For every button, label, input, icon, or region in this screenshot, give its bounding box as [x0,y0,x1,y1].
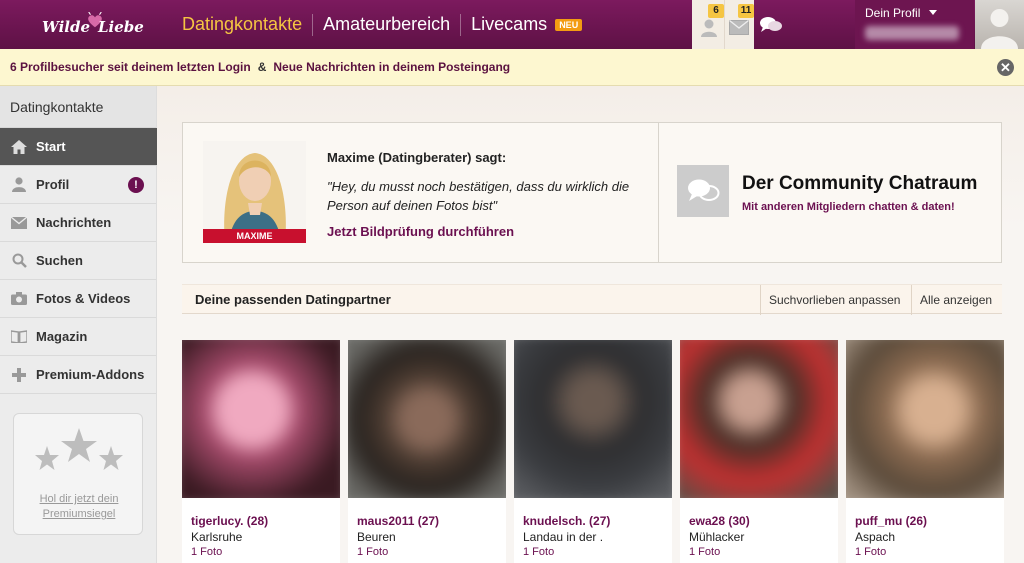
home-icon [10,139,28,155]
profile-photo-count[interactable]: 1 Foto [523,546,554,558]
notice-separator: & [257,60,267,74]
search-icon [10,253,28,269]
profile-city: Mühlacker [689,530,745,544]
profile-menu-label: Dein Profil [865,6,921,20]
sidebar-item-label: Profil [36,177,70,192]
wilde-liebe-logo[interactable]: Wilde Liebe [40,10,144,40]
advisor-title: Maxime (Datingberater) sagt: [327,150,507,165]
premium-seal-link[interactable]: Hol dir jetzt dein Premiumsiegel [14,492,144,522]
sidebar-item-profil[interactable]: Profil ! [0,166,156,204]
sidebar-item-label: Fotos & Videos [36,291,131,306]
advisor-photo-label: MAXIME [203,229,306,243]
profile-photo-blurred[interactable] [514,340,672,498]
chat-bubbles-icon [760,17,782,32]
advisor-portrait-image [203,141,306,243]
user-icon [10,177,28,193]
logo-text-left: Wilde [42,18,91,36]
profile-city: Aspach [855,530,896,544]
profile-city: Beuren [357,530,396,544]
top-navigation-bar: Wilde Liebe Datingkontakte Amateurbereic… [0,0,1024,49]
nav-amateurbereich[interactable]: Amateurbereich [313,14,460,35]
close-icon[interactable]: ✕ [997,59,1014,76]
sidebar-item-fotos-videos[interactable]: Fotos & Videos [0,280,156,318]
chat-button[interactable] [755,0,785,49]
profile-city: Landau in der . [523,530,604,544]
profile-city: Karlsruhe [191,530,243,544]
logo-text-right: Liebe [98,18,144,36]
sidebar-item-label: Suchen [36,253,83,268]
advisor-photo: MAXIME [203,141,306,243]
profile-name[interactable]: ewa28 (30) [689,514,750,528]
main-nav: Datingkontakte Amateurbereich Livecams N… [172,0,583,49]
avatar[interactable] [975,0,1024,49]
chatroom-subtitle[interactable]: Mit anderen Mitgliedern chatten & daten! [742,201,955,213]
message-count-badge: 11 [738,4,754,18]
matches-title: Deine passenden Datingpartner [195,292,391,307]
profile-card[interactable]: ewa28 (30) Mühlacker 1 Foto [680,340,838,563]
chevron-down-icon [929,10,937,15]
book-icon [10,329,28,345]
profile-card[interactable]: knudelsch. (27) Landau in der . 1 Foto [514,340,672,563]
sidebar: Datingkontakte Start Profil ! Nachrichte… [0,86,169,563]
matches-header: Deine passenden Datingpartner Suchvorlie… [182,284,1002,315]
profile-menu[interactable]: Dein Profil [855,0,974,49]
visitors-notice-link[interactable]: 6 Profilbesucher seit deinem letzten Log… [10,60,251,74]
new-badge: NEU [555,18,583,31]
profile-photo-count[interactable]: 1 Foto [357,546,388,558]
photo-verification-link[interactable]: Jetzt Bildprüfung durchführen [327,224,514,239]
plus-icon [10,367,28,383]
matches-divider [760,285,761,315]
stars-icon [35,428,123,470]
profile-card[interactable]: tigerlucy. (28) Karlsruhe 1 Foto [182,340,340,563]
sidebar-item-label: Premium-Addons [36,367,145,382]
sidebar-item-nachrichten[interactable]: Nachrichten [0,204,156,242]
advisor-quote: "Hey, du musst noch bestätigen, dass du … [327,179,630,213]
profile-photo-blurred[interactable] [182,340,340,498]
camera-icon [10,291,28,307]
profile-photo-count[interactable]: 1 Foto [689,546,720,558]
profile-alert-badge: ! [128,177,144,193]
card-divider [658,123,659,262]
default-avatar-icon [981,9,1018,49]
premium-seal-box[interactable]: Hol dir jetzt dein Premiumsiegel [13,413,143,535]
sidebar-item-premium-addons[interactable]: Premium-Addons [0,356,156,394]
notification-bar: 6 Profilbesucher seit deinem letzten Log… [0,49,1024,86]
sidebar-title: Datingkontakte [0,86,156,128]
advisor-chat-card: MAXIME Maxime (Datingberater) sagt: "Hey… [182,122,1002,263]
sidebar-item-label: Start [36,139,66,154]
sidebar-item-magazin[interactable]: Magazin [0,318,156,356]
user-icon [701,19,717,37]
profile-username-blurred [865,26,959,40]
profile-photo-blurred[interactable] [680,340,838,498]
visitors-button[interactable]: 6 [692,0,724,49]
chatroom-title[interactable]: Der Community Chatraum [742,173,977,195]
envelope-icon [729,20,749,35]
sidebar-item-start[interactable]: Start [0,128,169,166]
show-all-link[interactable]: Alle anzeigen [920,293,992,307]
profile-name[interactable]: knudelsch. (27) [523,514,610,528]
sidebar-item-label: Magazin [36,329,88,344]
sidebar-item-suchen[interactable]: Suchen [0,242,156,280]
profile-photo-count[interactable]: 1 Foto [191,546,222,558]
profile-photo-blurred[interactable] [846,340,1004,498]
main-content: MAXIME Maxime (Datingberater) sagt: "Hey… [157,86,1024,563]
profile-card[interactable]: maus2011 (27) Beuren 1 Foto [348,340,506,563]
profile-name[interactable]: puff_mu (26) [855,514,927,528]
adjust-preferences-link[interactable]: Suchvorlieben anpassen [769,293,900,307]
chatroom-icon-box[interactable] [677,165,729,217]
messages-button[interactable]: 11 [724,0,754,49]
sidebar-item-label: Nachrichten [36,215,112,230]
nav-datingkontakte[interactable]: Datingkontakte [172,14,312,35]
profile-name[interactable]: maus2011 (27) [357,514,439,528]
nav-livecams[interactable]: Livecams [461,14,557,35]
profile-photo-count[interactable]: 1 Foto [855,546,886,558]
chat-bubbles-icon [688,179,720,201]
profile-card[interactable]: puff_mu (26) Aspach 1 Foto [846,340,1004,563]
profile-photo-blurred[interactable] [348,340,506,498]
messages-notice-link[interactable]: Neue Nachrichten in deinem Posteingang [273,60,510,74]
matches-divider [911,285,912,315]
profile-name[interactable]: tigerlucy. (28) [191,514,268,528]
visitor-count-badge: 6 [708,4,724,18]
envelope-icon [10,215,28,231]
